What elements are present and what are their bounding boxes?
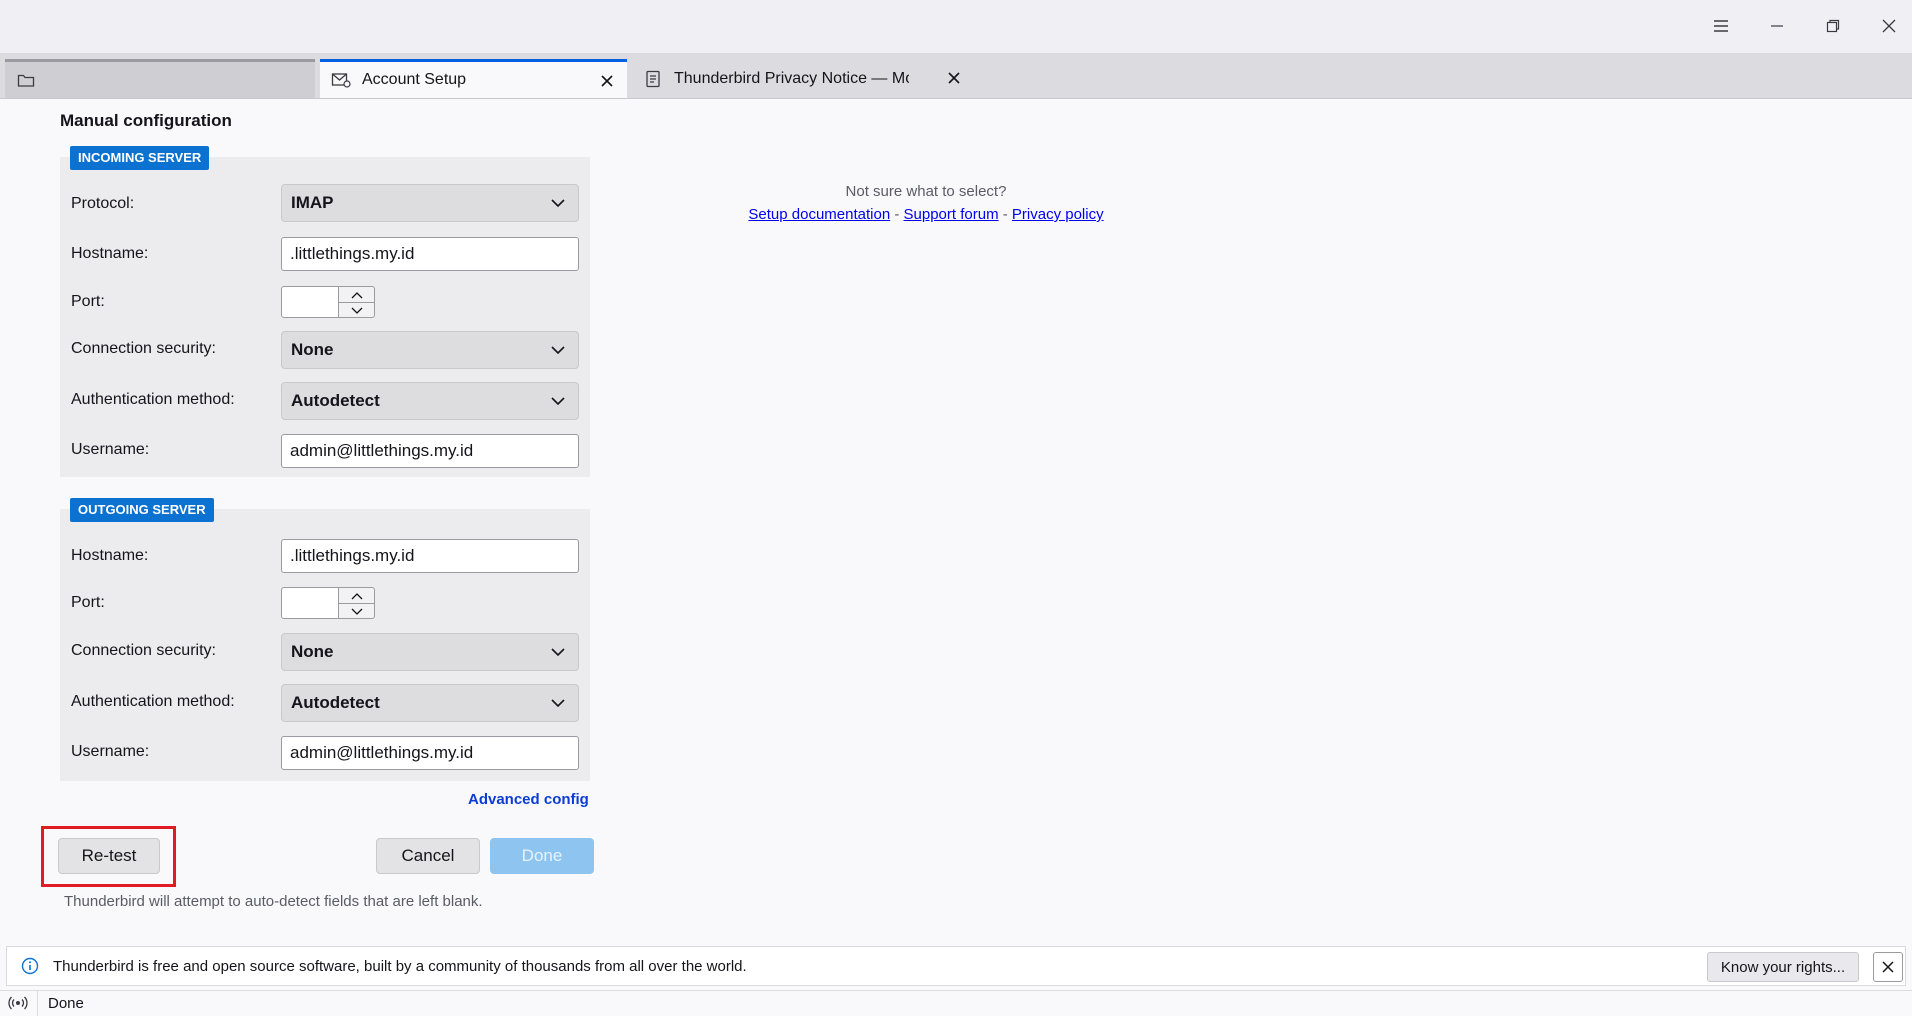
link-separator: - <box>998 206 1012 223</box>
know-your-rights-button[interactable]: Know your rights... <box>1707 952 1859 982</box>
tab-account-setup-label: Account Setup <box>362 71 467 88</box>
chevron-down-icon <box>550 695 566 716</box>
outgoing-hostname-input[interactable]: .littlethings.my.id <box>281 539 579 573</box>
protocol-label: Protocol: <box>71 195 135 212</box>
done-button[interactable]: Done <box>490 838 594 874</box>
incoming-auth-value: Autodetect <box>291 391 380 410</box>
link-separator: - <box>890 206 904 223</box>
outgoing-username-input[interactable]: admin@littlethings.my.id <box>281 736 579 770</box>
incoming-security-value: None <box>291 340 334 359</box>
tab-account-setup[interactable]: Account Setup <box>320 59 627 98</box>
status-bar: Done <box>0 990 1912 1016</box>
outgoing-security-value: None <box>291 642 334 661</box>
tab-privacy-notice-label: Thunderbird Privacy Notice — Mozi <box>674 69 909 87</box>
close-icon[interactable] <box>1861 10 1912 42</box>
online-status-icon[interactable] <box>8 995 28 1016</box>
outgoing-auth-select[interactable]: Autodetect <box>281 684 579 722</box>
auto-detect-hint: Thunderbird will attempt to auto-detect … <box>64 893 483 910</box>
page-title: Manual configuration <box>60 111 232 130</box>
support-forum-link[interactable]: Support forum <box>904 206 999 223</box>
outgoing-server-legend: OUTGOING SERVER <box>70 498 214 522</box>
chevron-down-icon <box>550 342 566 363</box>
incoming-username-input[interactable]: admin@littlethings.my.id <box>281 434 579 468</box>
chevron-down-icon <box>550 195 566 216</box>
account-setup-icon <box>330 69 352 91</box>
incoming-security-select[interactable]: None <box>281 331 579 369</box>
tab-close-icon[interactable] <box>597 71 617 91</box>
outgoing-port-input[interactable] <box>281 587 339 619</box>
info-icon <box>21 957 39 980</box>
help-links: Setup documentation - Support forum - Pr… <box>620 206 1232 223</box>
menu-icon[interactable] <box>1693 10 1749 42</box>
tab-close-icon[interactable] <box>944 68 964 88</box>
incoming-port-input[interactable] <box>281 286 339 318</box>
chevron-down-icon <box>550 393 566 414</box>
port-label: Port: <box>71 293 105 310</box>
notification-text: Thunderbird is free and open source soft… <box>53 958 747 975</box>
retest-button[interactable]: Re-test <box>58 838 160 874</box>
restore-icon[interactable] <box>1805 10 1861 42</box>
close-icon[interactable] <box>1873 952 1903 982</box>
title-bar <box>0 0 1912 53</box>
authentication-method-label: Authentication method: <box>71 391 235 408</box>
notification-bar: Thunderbird is free and open source soft… <box>6 946 1906 986</box>
chevron-down-icon <box>550 644 566 665</box>
tab-strip: Account Setup Thunderbird Privacy Notice… <box>0 53 1912 99</box>
incoming-protocol-value: IMAP <box>291 193 334 212</box>
advanced-config-link[interactable]: Advanced config <box>468 791 589 808</box>
cancel-button[interactable]: Cancel <box>376 838 480 874</box>
status-divider <box>37 991 38 1016</box>
privacy-policy-link[interactable]: Privacy policy <box>1012 206 1104 223</box>
port-spinner[interactable] <box>339 286 375 318</box>
tab-folder[interactable] <box>5 59 315 98</box>
setup-documentation-link[interactable]: Setup documentation <box>748 206 890 223</box>
incoming-server-legend: INCOMING SERVER <box>70 146 210 170</box>
username-label: Username: <box>71 743 150 760</box>
help-question: Not sure what to select? <box>845 183 1007 200</box>
help-section: Not sure what to select? Setup documenta… <box>620 183 1232 223</box>
document-icon <box>642 68 664 90</box>
folder-icon <box>15 69 37 91</box>
connection-security-label: Connection security: <box>71 642 216 659</box>
incoming-auth-select[interactable]: Autodetect <box>281 382 579 420</box>
outgoing-security-select[interactable]: None <box>281 633 579 671</box>
account-setup-page: Manual configuration INCOMING SERVER Pro… <box>0 99 1912 945</box>
chevron-down-icon[interactable] <box>339 604 374 619</box>
username-label: Username: <box>71 441 150 458</box>
port-label: Port: <box>71 594 105 611</box>
chevron-up-icon[interactable] <box>339 588 374 604</box>
incoming-port-stepper[interactable] <box>281 286 375 318</box>
connection-security-label: Connection security: <box>71 340 216 357</box>
status-text: Done <box>48 995 84 1012</box>
outgoing-port-stepper[interactable] <box>281 587 375 619</box>
hostname-label: Hostname: <box>71 547 149 564</box>
minimize-icon[interactable] <box>1749 10 1805 42</box>
hostname-label: Hostname: <box>71 245 149 262</box>
chevron-up-icon[interactable] <box>339 287 374 303</box>
chevron-down-icon[interactable] <box>339 303 374 318</box>
authentication-method-label: Authentication method: <box>71 693 235 710</box>
outgoing-auth-value: Autodetect <box>291 693 380 712</box>
incoming-hostname-input[interactable]: .littlethings.my.id <box>281 237 579 271</box>
port-spinner[interactable] <box>339 587 375 619</box>
tab-privacy-notice[interactable]: Thunderbird Privacy Notice — Mozi <box>632 59 960 98</box>
incoming-protocol-select[interactable]: IMAP <box>281 184 579 222</box>
